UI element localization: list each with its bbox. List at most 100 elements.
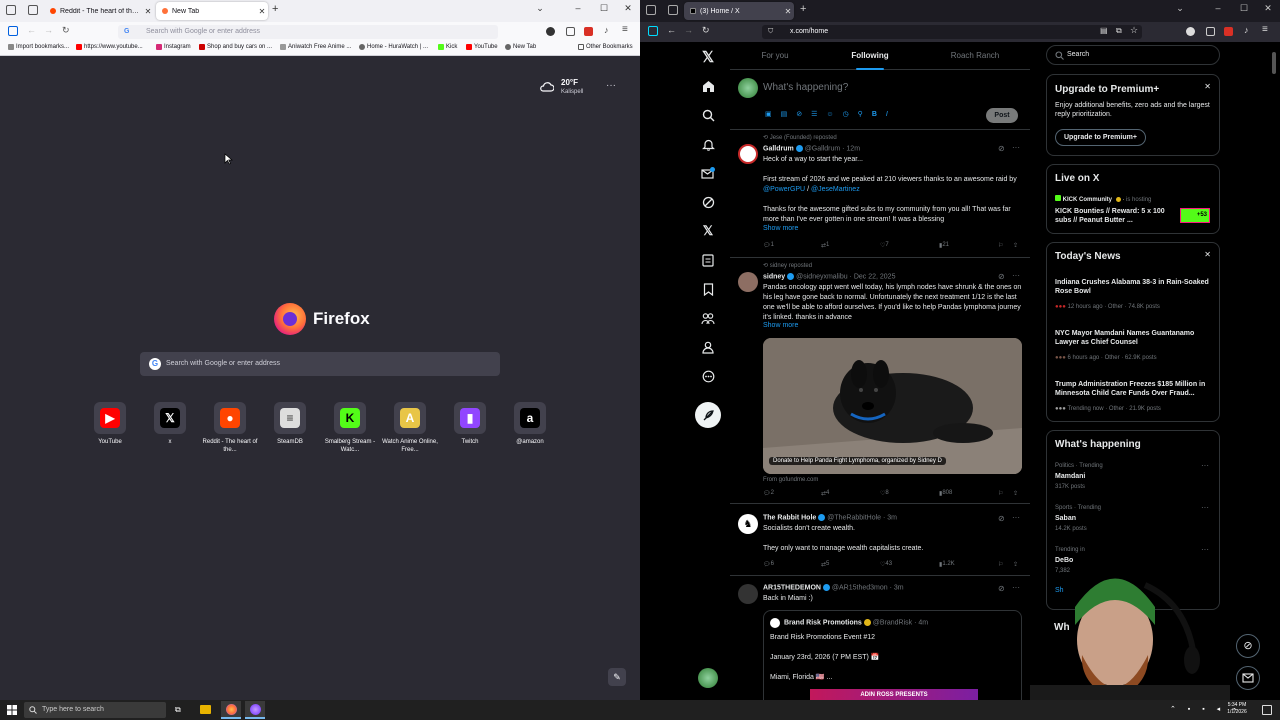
profile-icon[interactable]	[698, 337, 718, 357]
tweet[interactable]: ♞ The Rabbit Hole @TheRabbitHole · 3m ⊘ …	[730, 504, 1030, 576]
search-input[interactable]: Search	[1046, 45, 1220, 65]
minimize-icon[interactable]: –	[1210, 3, 1226, 13]
tweet[interactable]: ⟲ sidney reposted sidney @sidneyxmalibu …	[730, 258, 1030, 504]
tab-x-home[interactable]: (3) Home / X ✕	[684, 2, 794, 20]
bookmark-item[interactable]: https://www.youtube...	[76, 44, 143, 50]
tab-roach-ranch[interactable]: Roach Ranch	[930, 42, 1020, 70]
tab-new-tab[interactable]: New Tab ✕	[156, 2, 268, 20]
more-circle-icon[interactable]	[698, 366, 718, 386]
shortcut-tile[interactable]: A Watch Anime Online, Free...	[380, 402, 440, 454]
like-button[interactable]: ♡ 8	[880, 490, 889, 497]
search-icon[interactable]	[698, 105, 718, 125]
bookmark-star-icon[interactable]: ☆	[1130, 25, 1138, 36]
avatar[interactable]	[738, 584, 758, 604]
ublock-icon[interactable]	[584, 27, 593, 36]
more-icon[interactable]: ···	[1012, 513, 1020, 522]
tweet-author[interactable]: AR15THEDEMON @AR15thed3mon · 3m	[763, 584, 904, 591]
repost-button[interactable]: ⇄ 5	[821, 561, 829, 568]
italic-icon[interactable]: I	[886, 111, 897, 118]
media-icon[interactable]: ▣	[765, 111, 781, 118]
emoji-icon[interactable]: ☺	[826, 111, 842, 118]
windows-start-icon[interactable]	[7, 705, 17, 715]
shortcut-tile[interactable]: a @amazon	[500, 402, 560, 446]
taskbar-firefox-2[interactable]	[245, 701, 265, 719]
grok-icon[interactable]: ⊘	[998, 144, 1005, 153]
shortcut-tile[interactable]: ▮ Twitch	[440, 402, 500, 446]
messages-icon[interactable]	[698, 163, 718, 183]
new-tab-icon[interactable]: +	[272, 3, 278, 15]
tab-list-icon[interactable]: ⌄	[532, 3, 548, 14]
search-input[interactable]: G Search with Google or enter address	[140, 352, 500, 376]
more-icon[interactable]: ···	[1201, 503, 1209, 512]
communities-icon[interactable]	[698, 308, 718, 328]
x-logo-icon[interactable]: 𝕏	[698, 47, 718, 67]
quote-tweet[interactable]: Brand Risk Promotions @BrandRisk · 4m Br…	[763, 610, 1022, 700]
other-bookmarks[interactable]: Other Bookmarks	[578, 44, 633, 50]
shortcut-tile[interactable]: 𝕏x	[140, 402, 200, 446]
tweet-author[interactable]: Galldrum @Galldrum · 12m	[763, 145, 860, 152]
customize-pencil-icon[interactable]: ✎	[608, 668, 626, 686]
close-icon[interactable]: ✕	[782, 7, 794, 16]
like-button[interactable]: ♡ 7	[880, 242, 889, 249]
grok-icon[interactable]: ⊘	[998, 584, 1005, 593]
premium-button[interactable]: Upgrade to Premium+	[1055, 129, 1146, 146]
tab-overview-icon[interactable]	[646, 5, 656, 15]
tab-following[interactable]: Following	[825, 42, 915, 70]
grok-icon[interactable]: ⊘	[796, 111, 811, 118]
shortcut-tile[interactable]: ≡ SteamDB	[260, 402, 320, 446]
bookmark-item[interactable]: Instagram	[156, 44, 191, 50]
new-tab-icon[interactable]: +	[800, 3, 806, 15]
bookmark-button[interactable]: ⚐	[998, 561, 1003, 568]
audio-icon[interactable]: ♪	[604, 25, 609, 35]
show-more-link[interactable]: Show more	[763, 322, 798, 329]
shortcut-tile[interactable]: K Smalberg Stream - Watc...	[320, 402, 380, 454]
repost-button[interactable]: ⇄ 4	[821, 490, 829, 497]
bookmarks-icon[interactable]	[698, 279, 718, 299]
like-button[interactable]: ♡ 43	[880, 561, 892, 568]
maximize-icon[interactable]: ☐	[596, 3, 612, 14]
compose-input[interactable]: What's happening?	[763, 82, 848, 93]
messages-icon[interactable]	[1236, 666, 1260, 690]
news-headline[interactable]: Trump Administration Freezes $185 Millio…	[1055, 380, 1213, 398]
more-icon[interactable]: ···	[1201, 461, 1209, 470]
views-stat[interactable]: ▮ 808	[939, 490, 952, 497]
close-window-icon[interactable]: ✕	[620, 3, 636, 14]
premium-x-icon[interactable]: 𝕏	[698, 221, 718, 241]
back-icon[interactable]: ←	[667, 25, 676, 35]
close-icon[interactable]: ✕	[256, 7, 268, 16]
tweet[interactable]: ⟲ Jese (Founded) reposted Galldrum @Gall…	[730, 130, 1030, 258]
tweet-author[interactable]: The Rabbit Hole @TheRabbitHole · 3m	[763, 514, 897, 521]
maximize-icon[interactable]: ☐	[1236, 3, 1252, 14]
address-bar[interactable]: ⛉ x.com/home	[762, 25, 1142, 39]
link-card-source[interactable]: From gofundme.com	[763, 477, 818, 483]
extensions-icon[interactable]	[1206, 27, 1215, 36]
share-button[interactable]: ⇪	[1013, 490, 1018, 497]
notifications-bell-icon[interactable]	[698, 134, 718, 154]
shortcut-tile[interactable]: ● Reddit - The heart of the...	[200, 402, 260, 454]
notifications-icon[interactable]	[1262, 705, 1272, 715]
extension-icon[interactable]	[1186, 27, 1195, 36]
tweet[interactable]: AR15THEDEMON @AR15thed3mon · 3m ⊘ ··· Ba…	[730, 576, 1030, 700]
menu-icon[interactable]: ≡	[622, 24, 628, 35]
reply-button[interactable]: 💬︎ 6	[763, 561, 774, 568]
avatar[interactable]	[738, 272, 758, 292]
close-icon[interactable]: ✕	[1204, 250, 1211, 259]
screenshot-icon[interactable]: ⧉	[1116, 26, 1122, 36]
tab-list-icon[interactable]: ⌄	[1172, 3, 1188, 14]
extensions-icon[interactable]	[566, 27, 575, 36]
forward-icon[interactable]: →	[684, 25, 693, 35]
shortcut-tile[interactable]: ▶ YouTube	[80, 402, 140, 446]
menu-icon[interactable]: ≡	[1262, 24, 1268, 35]
location-icon[interactable]: ⚲	[858, 111, 872, 118]
back-icon[interactable]: ←	[27, 25, 36, 35]
tweet-author[interactable]: sidney @sidneyxmalibu · Dec 22, 2025	[763, 273, 895, 280]
grok-icon[interactable]: ⊘	[998, 514, 1005, 523]
bookmark-item[interactable]: New Tab	[505, 44, 536, 50]
sidebar-icon[interactable]	[648, 26, 658, 36]
extension-icon[interactable]	[546, 27, 555, 36]
trend-topic[interactable]: Saban	[1055, 514, 1213, 523]
task-view-icon[interactable]: ⧉	[175, 705, 181, 715]
bookmark-item[interactable]: Shop and buy cars on ...	[199, 44, 272, 50]
taskbar-firefox[interactable]	[221, 701, 241, 719]
views-stat[interactable]: ▮ 21	[939, 242, 949, 249]
